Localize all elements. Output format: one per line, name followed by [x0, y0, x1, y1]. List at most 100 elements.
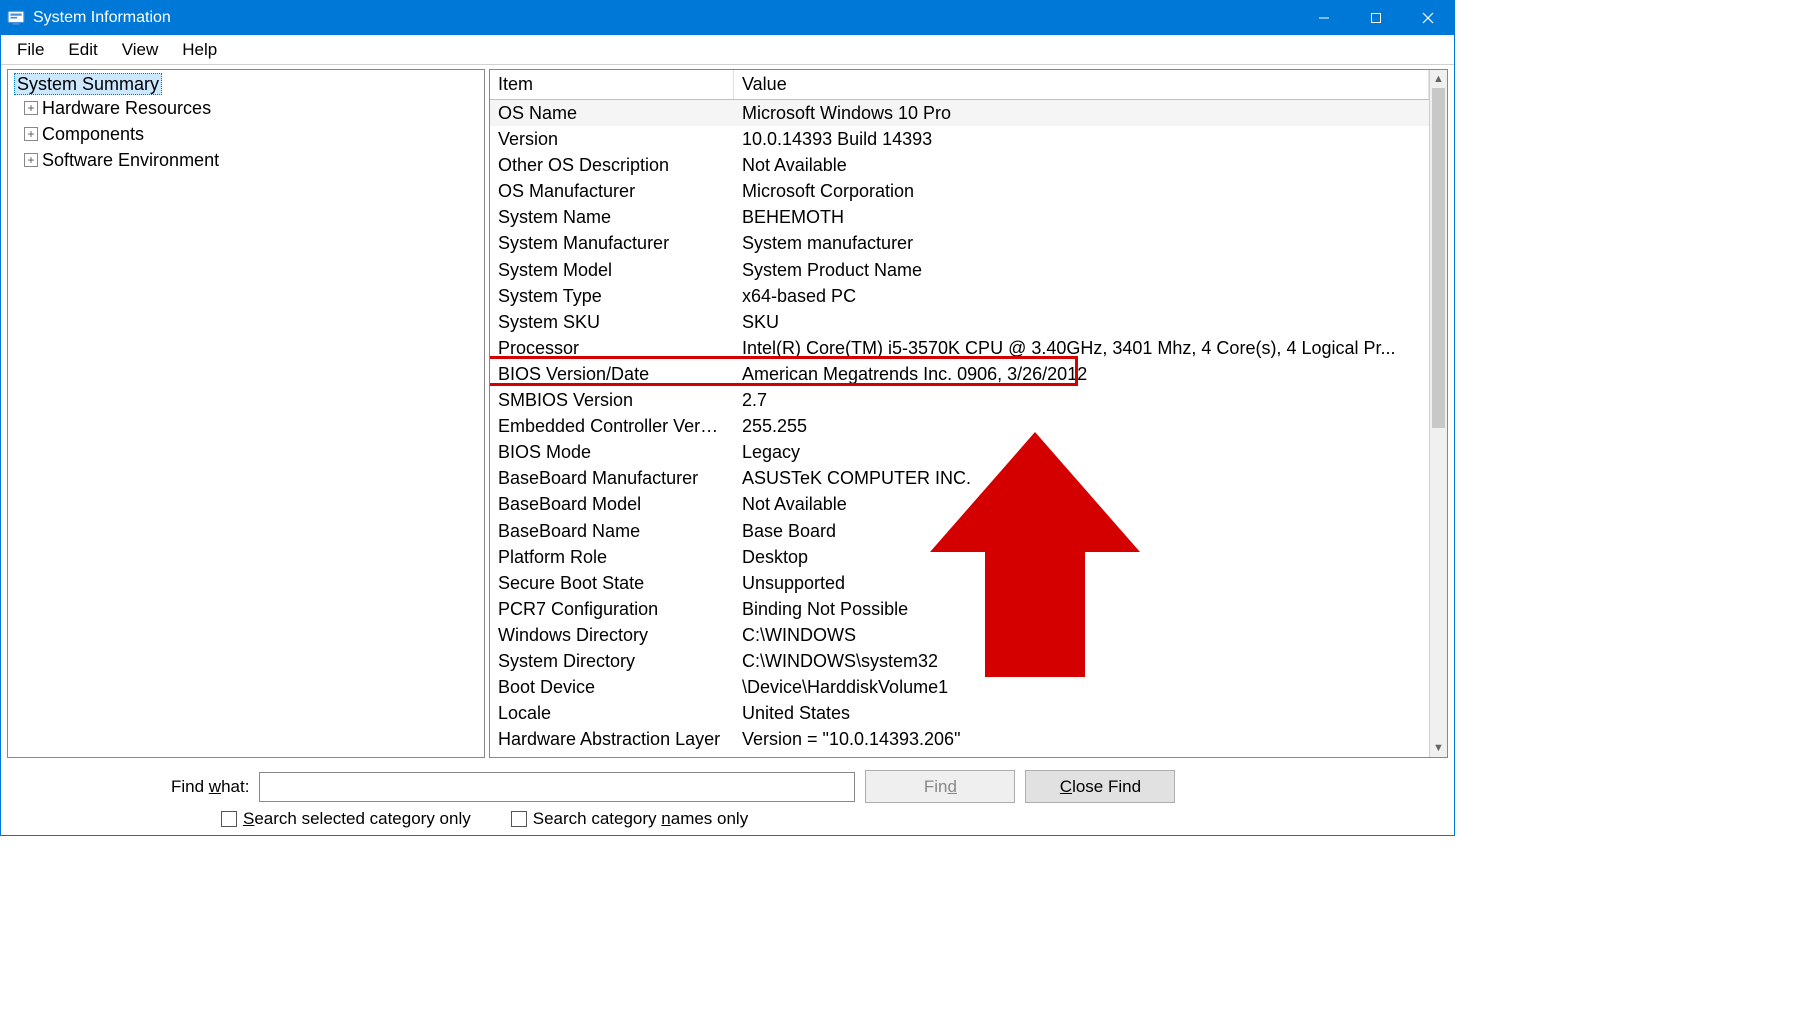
tree-expand-icon[interactable]: + — [24, 101, 38, 115]
table-row[interactable]: OS NameMicrosoft Windows 10 Pro — [490, 100, 1429, 126]
table-row[interactable]: ProcessorIntel(R) Core(TM) i5-3570K CPU … — [490, 335, 1429, 361]
cell-value: Desktop — [734, 544, 1429, 570]
cell-item: PCR7 Configuration — [490, 596, 734, 622]
tree-item-label: Hardware Resources — [42, 95, 211, 121]
table-row[interactable]: System ManufacturerSystem manufacturer — [490, 230, 1429, 256]
cell-value: Not Available — [734, 152, 1429, 178]
cell-value: 10.0.14393 Build 14393 — [734, 126, 1429, 152]
cell-value: 255.255 — [734, 413, 1429, 439]
titlebar: System Information — [1, 1, 1454, 35]
cell-item: BaseBoard Name — [490, 518, 734, 544]
tree-root-label: System Summary — [14, 73, 162, 95]
cell-value: American Megatrends Inc. 0906, 3/26/2012 — [734, 361, 1429, 387]
checkbox-label: Search category names only — [533, 809, 748, 829]
menu-edit[interactable]: Edit — [56, 36, 109, 64]
app-icon — [7, 9, 25, 27]
search-category-names-checkbox[interactable]: Search category names only — [511, 809, 748, 829]
tree-item[interactable]: +Components — [24, 121, 478, 147]
column-value[interactable]: Value — [734, 70, 1429, 99]
cell-item: Hardware Abstraction Layer — [490, 726, 734, 752]
tree-item[interactable]: + Hardware Resources — [24, 95, 478, 121]
cell-value: C:\WINDOWS\system32 — [734, 648, 1429, 674]
cell-item: Locale — [490, 700, 734, 726]
cell-item: System Manufacturer — [490, 230, 734, 256]
menu-view[interactable]: View — [110, 36, 171, 64]
table-row[interactable]: BaseBoard ModelNot Available — [490, 491, 1429, 517]
cell-item: OS Manufacturer — [490, 178, 734, 204]
table-row[interactable]: System ModelSystem Product Name — [490, 257, 1429, 283]
scroll-down-button[interactable]: ▼ — [1430, 739, 1447, 757]
cell-item: BaseBoard Manufacturer — [490, 465, 734, 491]
tree-root[interactable]: System Summary — [14, 74, 478, 95]
table-row[interactable]: PCR7 ConfigurationBinding Not Possible — [490, 596, 1429, 622]
category-tree[interactable]: System Summary + Hardware Resources+Compo… — [7, 69, 485, 758]
cell-value: Behemoth\Sticky — [734, 752, 1429, 757]
details-list[interactable]: Item Value OS NameMicrosoft Windows 10 P… — [490, 70, 1429, 757]
cell-item: Platform Role — [490, 544, 734, 570]
scroll-up-button[interactable]: ▲ — [1430, 70, 1447, 88]
table-row[interactable]: User NameBehemoth\Sticky — [490, 752, 1429, 757]
find-button[interactable]: Find — [865, 770, 1015, 803]
scroll-thumb[interactable] — [1432, 88, 1445, 428]
table-row[interactable]: OS ManufacturerMicrosoft Corporation — [490, 178, 1429, 204]
table-row[interactable]: Windows DirectoryC:\WINDOWS — [490, 622, 1429, 648]
table-row[interactable]: Other OS DescriptionNot Available — [490, 152, 1429, 178]
table-row[interactable]: Secure Boot StateUnsupported — [490, 570, 1429, 596]
table-row[interactable]: BIOS Version/DateAmerican Megatrends Inc… — [490, 361, 1429, 387]
cell-item: SMBIOS Version — [490, 387, 734, 413]
close-button[interactable] — [1402, 1, 1454, 35]
tree-item[interactable]: +Software Environment — [24, 147, 478, 173]
table-row[interactable]: Embedded Controller Version255.255 — [490, 413, 1429, 439]
table-row[interactable]: Hardware Abstraction LayerVersion = "10.… — [490, 726, 1429, 752]
table-row[interactable]: Version10.0.14393 Build 14393 — [490, 126, 1429, 152]
cell-value: C:\WINDOWS — [734, 622, 1429, 648]
scroll-track[interactable] — [1430, 88, 1447, 739]
table-row[interactable]: BIOS ModeLegacy — [490, 439, 1429, 465]
cell-item: Processor — [490, 335, 734, 361]
cell-item: Version — [490, 126, 734, 152]
menu-file[interactable]: File — [5, 36, 56, 64]
table-row[interactable]: BaseBoard ManufacturerASUSTeK COMPUTER I… — [490, 465, 1429, 491]
titlebar-left: System Information — [7, 9, 171, 27]
tree-expand-icon[interactable]: + — [24, 127, 38, 141]
cell-value: \Device\HarddiskVolume1 — [734, 674, 1429, 700]
cell-value: Microsoft Windows 10 Pro — [734, 100, 1429, 126]
cell-item: System Model — [490, 257, 734, 283]
column-item[interactable]: Item — [490, 70, 734, 99]
cell-value: 2.7 — [734, 387, 1429, 413]
cell-item: Other OS Description — [490, 152, 734, 178]
table-row[interactable]: Platform RoleDesktop — [490, 544, 1429, 570]
cell-value: Microsoft Corporation — [734, 178, 1429, 204]
table-row[interactable]: LocaleUnited States — [490, 700, 1429, 726]
table-row[interactable]: System NameBEHEMOTH — [490, 204, 1429, 230]
cell-value: System Product Name — [734, 257, 1429, 283]
find-input[interactable] — [259, 772, 855, 802]
window-controls — [1298, 1, 1454, 35]
cell-item: Embedded Controller Version — [490, 413, 734, 439]
details-pane: Item Value OS NameMicrosoft Windows 10 P… — [489, 69, 1448, 758]
vertical-scrollbar[interactable]: ▲ ▼ — [1429, 70, 1447, 757]
minimize-button[interactable] — [1298, 1, 1350, 35]
cell-item: OS Name — [490, 100, 734, 126]
table-row[interactable]: System SKUSKU — [490, 309, 1429, 335]
checkbox-icon — [511, 811, 527, 827]
cell-value: Unsupported — [734, 570, 1429, 596]
cell-value: Intel(R) Core(TM) i5-3570K CPU @ 3.40GHz… — [734, 335, 1429, 361]
cell-item: User Name — [490, 752, 734, 757]
maximize-button[interactable] — [1350, 1, 1402, 35]
table-row[interactable]: SMBIOS Version2.7 — [490, 387, 1429, 413]
menu-help[interactable]: Help — [170, 36, 229, 64]
cell-value: Not Available — [734, 491, 1429, 517]
table-row[interactable]: BaseBoard NameBase Board — [490, 518, 1429, 544]
table-row[interactable]: Boot Device\Device\HarddiskVolume1 — [490, 674, 1429, 700]
cell-item: Boot Device — [490, 674, 734, 700]
table-row[interactable]: System Typex64-based PC — [490, 283, 1429, 309]
cell-item: BIOS Version/Date — [490, 361, 734, 387]
list-header: Item Value — [490, 70, 1429, 100]
cell-item: BIOS Mode — [490, 439, 734, 465]
close-find-button[interactable]: Close Find — [1025, 770, 1175, 803]
table-row[interactable]: System DirectoryC:\WINDOWS\system32 — [490, 648, 1429, 674]
search-selected-category-checkbox[interactable]: Search selected category only — [221, 809, 471, 829]
tree-expand-icon[interactable]: + — [24, 153, 38, 167]
window-title: System Information — [33, 9, 171, 27]
